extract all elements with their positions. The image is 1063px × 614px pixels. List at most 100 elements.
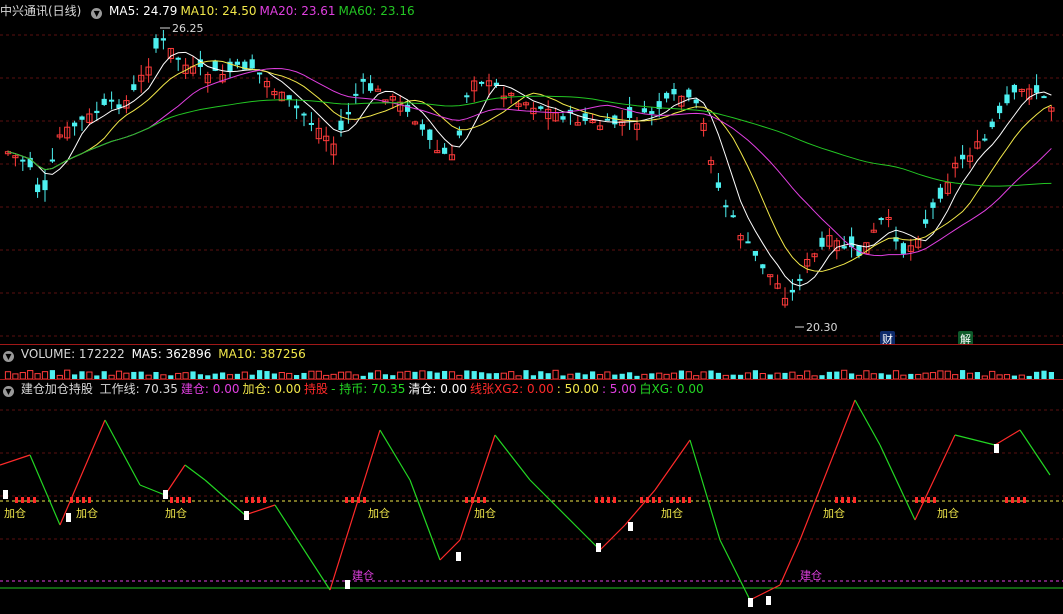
signal-tick (1011, 497, 1014, 503)
add-position-label: 加仓 (937, 507, 959, 520)
candle-body (338, 120, 344, 131)
work-line-segment (379, 429, 411, 481)
signal-tick (652, 497, 655, 503)
volume-bar (937, 370, 944, 379)
volume-bar (515, 375, 522, 379)
candlestick-chart[interactable] (0, 0, 1063, 344)
add-position-label: 加仓 (165, 507, 187, 520)
volume-bar (27, 370, 34, 379)
signal-tick (70, 497, 73, 503)
indicator-legend-item: : 5.00 (601, 382, 637, 396)
volume-bar (826, 371, 832, 379)
signal-tick (15, 497, 18, 503)
signal-block (244, 511, 249, 520)
volume-bar (131, 371, 137, 379)
volume-bar (849, 373, 855, 379)
work-line-segment (409, 479, 441, 561)
signal-block (994, 444, 999, 453)
volume-bar (315, 370, 322, 379)
signal-tick (483, 497, 486, 503)
volume-bar (241, 371, 248, 379)
volume-bar (759, 372, 766, 379)
volume-bar (596, 374, 604, 379)
collapse-toggle-icon[interactable]: ▼ (3, 386, 14, 397)
collapse-toggle-icon[interactable]: ▼ (3, 351, 14, 362)
indicator-legend-item: 加仓: 0.00 (242, 382, 302, 396)
volume-bar (323, 374, 330, 379)
volume-bar (397, 371, 404, 379)
volume-bar (634, 375, 640, 379)
signal-tick (670, 497, 673, 503)
volume-ma10: MA10: 387256 (218, 347, 306, 361)
volume-ma5: MA5: 362896 (131, 347, 212, 361)
volume-bar (412, 371, 418, 379)
work-line-segment (244, 504, 276, 516)
price-chart-pane[interactable]: 中兴通讯(日线) ▼ MA5: 24.79 MA10: 24.50 MA20: 23… (0, 0, 1063, 345)
candle-body (686, 89, 692, 98)
indicator-pane[interactable]: ▼ 建仓加仓持股 工作线: 70.35 建仓: 0.00 加仓: 0.00 持股 - 持… (0, 380, 1063, 614)
volume-bar (175, 372, 182, 379)
collapse-toggle-icon[interactable]: ▼ (91, 8, 103, 19)
volume-bar (301, 372, 307, 379)
volume-bar (523, 370, 529, 379)
work-line-segment (879, 444, 916, 521)
signal-tick (847, 497, 850, 503)
candle-body (989, 121, 995, 128)
candle-body (442, 147, 448, 154)
add-position-label: 加仓 (474, 507, 496, 520)
volume-bar (108, 374, 115, 379)
unlock-badge[interactable]: 解 (958, 331, 973, 344)
volume-bar (774, 372, 781, 379)
candle-body (1011, 84, 1017, 93)
financial-report-badge[interactable]: 财 (880, 331, 895, 344)
signal-tick (933, 497, 936, 503)
indicator-header: ▼ 建仓加仓持股 工作线: 70.35 建仓: 0.00 加仓: 0.00 持股 - 持… (0, 381, 710, 397)
volume-header: ▼ VOLUME: 172222 MA5: 362896 MA10: 38725… (0, 346, 309, 362)
candle-body (1034, 85, 1040, 93)
volume-bar (382, 374, 388, 379)
volume-pane[interactable]: ▼ VOLUME: 172222 MA5: 362896 MA10: 38725… (0, 345, 1063, 380)
candle-body (900, 243, 906, 254)
build-position-label: 建仓 (352, 569, 374, 582)
volume-bar (981, 375, 988, 379)
candle-body (538, 106, 544, 109)
build-position-label: 建仓 (800, 569, 822, 582)
candle-body (160, 38, 166, 41)
volume-bar (678, 370, 684, 379)
volume-bar (834, 371, 840, 379)
signal-tick (21, 497, 24, 503)
signal-tick (1005, 497, 1008, 503)
volume-bar (286, 372, 293, 379)
volume-bar (619, 373, 625, 379)
signal-tick (182, 497, 185, 503)
volume-bar (493, 373, 499, 379)
candle-body (175, 57, 181, 60)
candle-body (72, 122, 78, 127)
candle-body (641, 108, 647, 113)
volume-bar (168, 375, 174, 379)
candle-body (94, 110, 100, 114)
add-position-label: 加仓 (661, 507, 683, 520)
signal-block (345, 580, 350, 589)
volume-bar (952, 374, 959, 379)
candle-body (715, 182, 721, 188)
candle-body (797, 278, 803, 281)
volume-bar (1018, 374, 1025, 379)
signal-block (3, 490, 8, 499)
volume-bar (374, 370, 382, 379)
candle-body (308, 122, 314, 125)
high-price-label: 26.25 (172, 22, 204, 35)
indicator-chart[interactable] (0, 380, 1063, 614)
signal-tick (251, 497, 254, 503)
volume-bar (64, 369, 71, 379)
candle-body (131, 84, 137, 91)
indicator-legend-item: 工作线: 70.35 (99, 382, 178, 396)
volume-bar (870, 373, 877, 379)
candle-body (109, 99, 115, 102)
work-line-segment (779, 539, 801, 586)
volume-bar (960, 370, 966, 379)
candle-body (960, 154, 966, 160)
work-line-segment (719, 539, 751, 601)
candle-body (745, 241, 751, 244)
signal-tick (357, 497, 360, 503)
